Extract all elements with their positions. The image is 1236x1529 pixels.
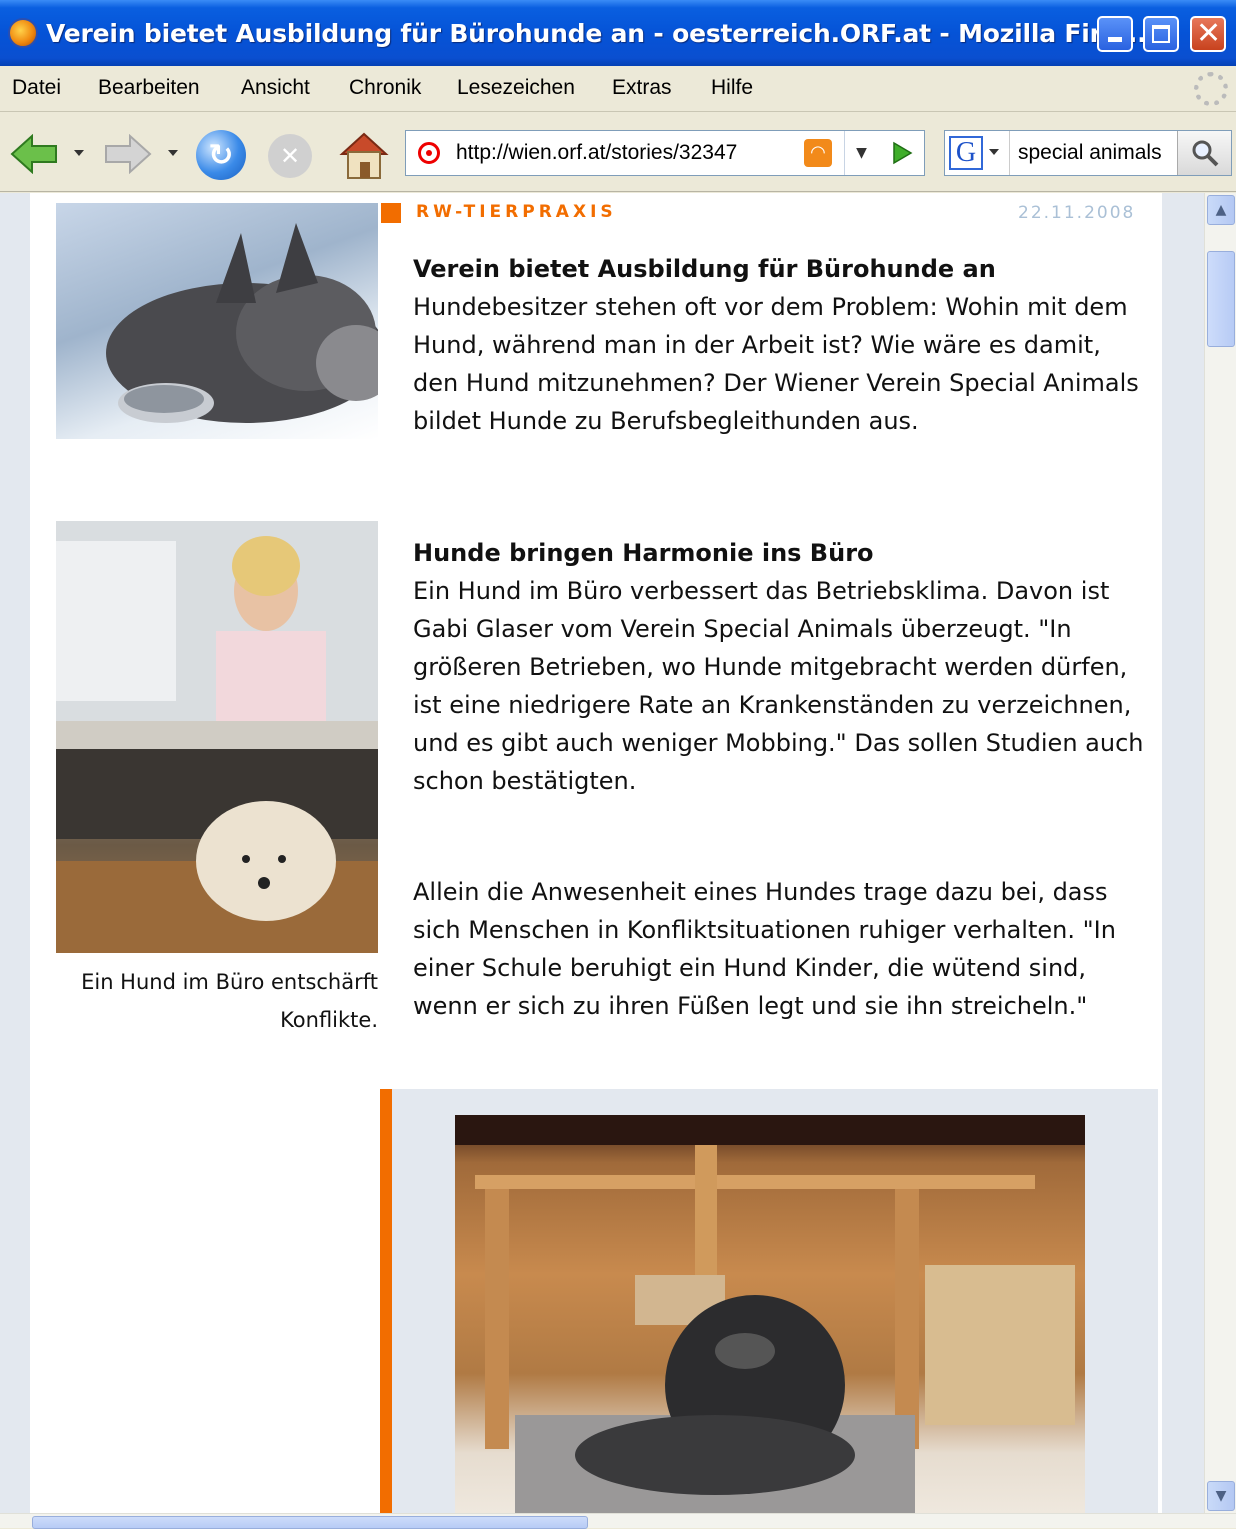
search-button[interactable] [1177,131,1231,175]
address-bar[interactable]: http://wien.orf.at/stories/32347 ◠ ▼ [405,130,925,176]
home-button[interactable] [338,130,390,180]
menu-bearbeiten[interactable]: Bearbeiten [98,76,200,100]
minimize-button[interactable] [1097,16,1133,52]
back-button[interactable] [10,134,60,174]
stop-button[interactable]: ✕ [268,134,312,178]
rss-icon[interactable]: ◠ [804,139,832,167]
menu-ansicht[interactable]: Ansicht [241,76,310,100]
vertical-scrollbar[interactable]: ▲ ▼ [1204,193,1236,1513]
reload-button[interactable]: ↻ [196,130,246,180]
search-input[interactable]: special animals [1009,131,1175,175]
category-marker [381,203,401,223]
page-viewport: RW-TIERPRAXIS 22.11.2008 Verein bietet A… [0,193,1204,1513]
article-intro: Verein bietet Ausbildung für Bürohunde a… [413,250,1153,440]
site-icon [418,142,440,164]
article-section: Hunde bringen Harmonie ins Büro Ein Hund… [413,534,1153,800]
forward-icon [105,134,152,174]
firefox-icon [8,18,38,48]
navigation-toolbar: ↻ ✕ http://wien.orf.at/stories/32347 ◠ ▼… [0,112,1236,192]
office-dog-photo [56,521,378,953]
back-dropdown-icon[interactable] [74,150,84,156]
url-dropdown-button[interactable]: ▼ [844,131,878,175]
article-headline: Verein bietet Ausbildung für Bürohunde a… [413,255,996,283]
horizontal-scrollbar[interactable] [0,1513,1236,1529]
home-icon [339,132,389,179]
menu-datei[interactable]: Datei [12,76,61,100]
schnauzer-photo [56,203,378,439]
scroll-up-button[interactable]: ▲ [1207,195,1235,225]
close-button[interactable]: ✕ [1190,16,1226,52]
article-lead: Hundebesitzer stehen oft vor dem Problem… [413,293,1139,435]
maximize-icon [1152,25,1170,43]
forward-dropdown-icon[interactable] [168,150,178,156]
dog-under-shelf-photo [455,1115,1085,1513]
search-engine-dropdown-icon[interactable] [989,149,999,155]
section-heading: Hunde bringen Harmonie ins Büro [413,539,874,567]
search-icon [1192,140,1218,167]
stop-icon: ✕ [279,142,301,170]
go-button[interactable] [882,131,922,175]
search-bar[interactable]: G special animals [944,130,1232,176]
title-bar: Verein bietet Ausbildung für Bürohunde a… [0,0,1236,66]
minimize-icon [1108,37,1122,42]
forward-button[interactable] [102,134,152,174]
section-paragraph-2: Allein die Anwesenheit eines Hundes trag… [413,878,1116,1020]
menu-chronik[interactable]: Chronik [349,76,421,100]
menu-hilfe[interactable]: Hilfe [711,76,753,100]
vertical-scroll-thumb[interactable] [1207,251,1235,347]
close-icon: ✕ [1196,16,1222,51]
article-date: 22.11.2008 [1018,203,1136,223]
go-icon [893,141,913,165]
scroll-down-button[interactable]: ▼ [1207,1481,1235,1511]
menu-lesezeichen[interactable]: Lesezeichen [457,76,575,100]
section-paragraph-1: Ein Hund im Büro verbessert das Betriebs… [413,577,1144,795]
menu-extras[interactable]: Extras [612,76,672,100]
reload-icon: ↻ [208,137,234,173]
category-label[interactable]: RW-TIERPRAXIS [416,202,617,222]
photo-caption: Ein Hund im Büro entschärft Konflikte. [81,970,378,1032]
back-icon [10,134,57,174]
google-icon[interactable]: G [949,136,983,170]
maximize-button[interactable] [1143,16,1179,52]
url-input[interactable]: http://wien.orf.at/stories/32347 [456,141,796,165]
menu-bar: Datei Bearbeiten Ansicht Chronik Lesezei… [0,66,1236,112]
horizontal-scroll-thumb[interactable] [32,1516,588,1529]
throbber-icon [1194,72,1228,106]
window-title: Verein bietet Ausbildung für Bürohunde a… [46,18,1147,48]
